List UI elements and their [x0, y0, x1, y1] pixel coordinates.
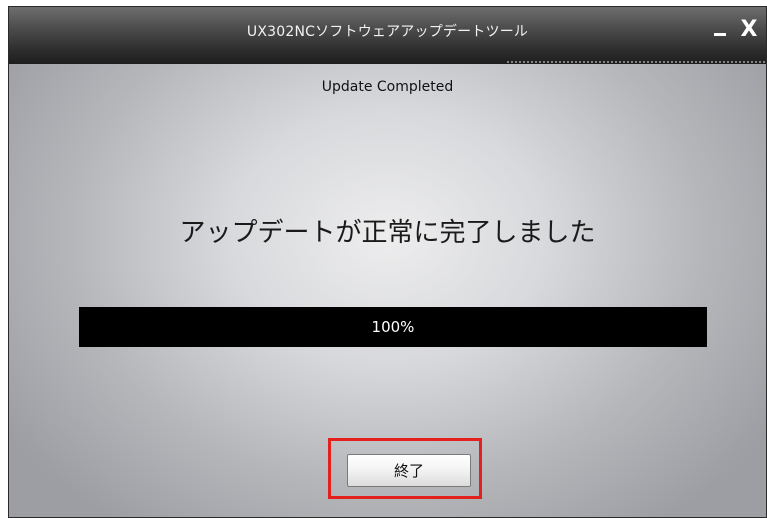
minimize-icon — [714, 33, 726, 36]
close-button[interactable]: X — [738, 19, 760, 41]
close-icon: X — [740, 17, 758, 42]
progress-label: 100% — [371, 318, 415, 336]
title-bar[interactable]: UX302NCソフトウェアアップデートツール X — [9, 7, 766, 64]
minimize-button[interactable] — [709, 19, 731, 41]
updater-window: UX302NCソフトウェアアップデートツール X Update Complete… — [8, 6, 767, 518]
titlebar-dotted-divider — [506, 60, 766, 64]
window-title: UX302NCソフトウェアアップデートツール — [246, 24, 529, 40]
completion-message: アップデートが正常に完了しました — [179, 218, 596, 248]
finish-button[interactable]: 終了 — [347, 454, 471, 487]
progress-bar: 100% — [79, 307, 707, 347]
status-heading: Update Completed — [321, 79, 454, 95]
